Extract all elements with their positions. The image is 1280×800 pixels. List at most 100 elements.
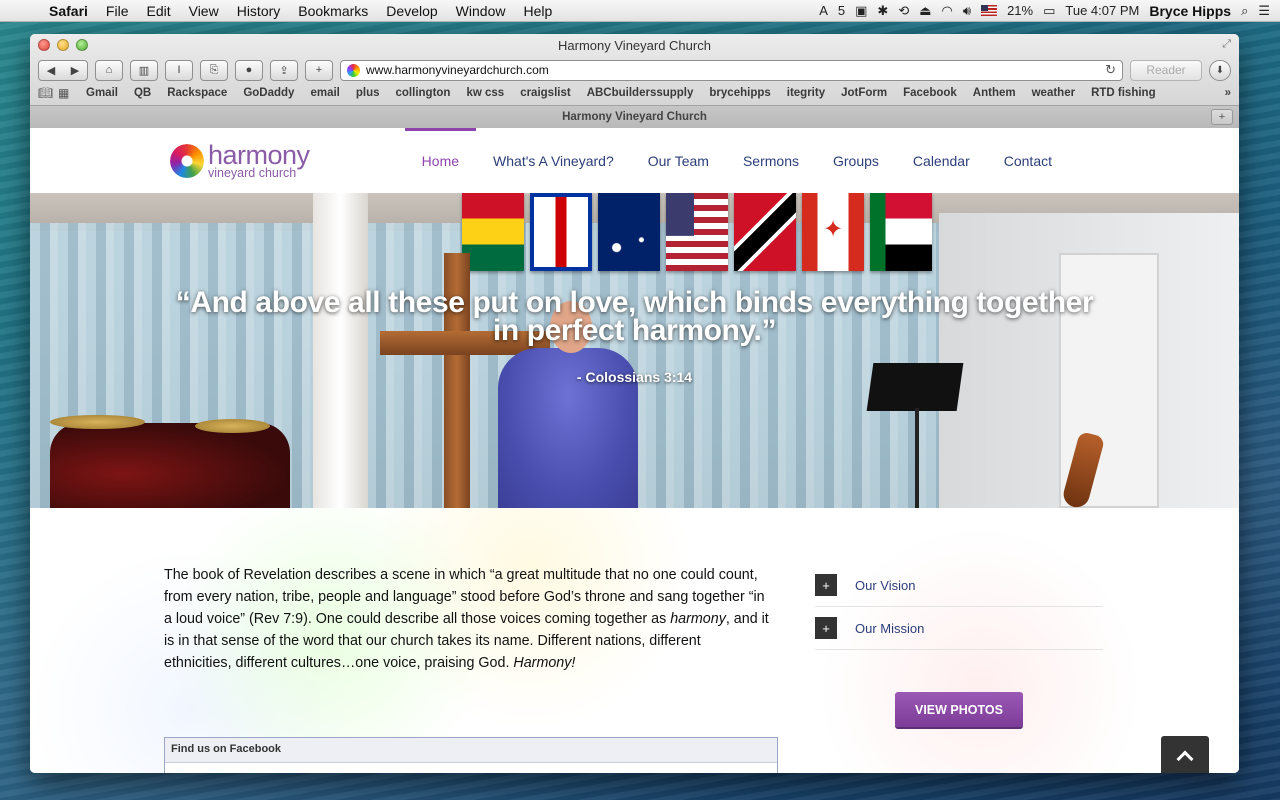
intro-paragraph: The book of Revelation describes a scene…	[164, 567, 769, 671]
flag-netherlands-antilles	[530, 193, 592, 271]
bookmark-anthem[interactable]: Anthem	[965, 87, 1024, 99]
reader-button[interactable]: Reader	[1130, 59, 1202, 81]
bookmark-craigslist[interactable]: craigslist	[512, 87, 579, 99]
bluetooth-icon[interactable]: ✱	[877, 3, 888, 19]
scroll-to-top-button[interactable]	[1161, 736, 1209, 773]
menu-edit[interactable]: Edit	[137, 3, 179, 19]
bookmark-rtd-fishing[interactable]: RTD fishing	[1083, 87, 1164, 99]
bookmark-rackspace[interactable]: Rackspace	[159, 87, 235, 99]
nav-calendar[interactable]: Calendar	[896, 128, 987, 193]
hero-banner: “And above all these put on love, which …	[30, 193, 1239, 508]
battery-percent[interactable]: 21%	[1007, 3, 1033, 18]
harmony-flower-icon	[170, 143, 204, 178]
nav-sermons[interactable]: Sermons	[726, 128, 816, 193]
volume-icon[interactable]: 🔊︎	[963, 3, 971, 19]
menu-app-safari[interactable]: Safari	[40, 3, 97, 19]
menu-window[interactable]: Window	[447, 3, 515, 19]
bookmark-facebook[interactable]: Facebook	[895, 87, 965, 99]
time-machine-icon[interactable]: ⟲	[898, 3, 909, 19]
wifi-icon[interactable]: ◠	[942, 3, 953, 19]
bookmark-weather[interactable]: weather	[1024, 87, 1083, 99]
plus-icon: +	[315, 64, 323, 76]
home-icon: ⌂	[105, 64, 113, 76]
accordion: + Our Vision + Our Mission	[815, 564, 1103, 650]
bookmark-qb[interactable]: QB	[126, 87, 159, 99]
clock[interactable]: Tue 4:07 PM	[1065, 3, 1139, 18]
back-icon[interactable]: ◀	[47, 64, 55, 77]
logo-name: harmony	[208, 140, 310, 170]
menu-file[interactable]: File	[97, 3, 138, 19]
plus-icon[interactable]: +	[815, 574, 837, 596]
bookmark-email[interactable]: email	[302, 87, 347, 99]
sidebar-bookmarks-button[interactable]: ▥	[130, 59, 158, 81]
flag-ghana	[462, 193, 524, 271]
notification-center-icon[interactable]: ☰	[1258, 3, 1270, 19]
hero-citation: - Colossians 3:14	[576, 369, 693, 385]
bookmark-itegrity[interactable]: itegrity	[779, 87, 833, 99]
bookmarks-bar: 📖︎ ▦ Gmail QB Rackspace GoDaddy email pl…	[38, 85, 1231, 101]
user-name[interactable]: Bryce Hipps	[1149, 3, 1231, 19]
flag-sudan	[870, 193, 932, 271]
nav-contact[interactable]: Contact	[987, 128, 1069, 193]
battery-icon[interactable]: ▭	[1043, 3, 1055, 19]
nav-our-team[interactable]: Our Team	[631, 128, 726, 193]
address-bar[interactable]: www.harmonyvineyardchurch.com ↻	[340, 59, 1123, 81]
site-favicon-icon	[347, 63, 360, 77]
accordion-our-vision[interactable]: + Our Vision	[815, 564, 1103, 607]
flags-row	[462, 193, 932, 271]
menu-bar: Safari File Edit View History Bookmarks …	[0, 0, 1280, 22]
url-text[interactable]: www.harmonyvineyardchurch.com	[366, 63, 549, 77]
site-logo[interactable]: harmony vineyard church	[170, 142, 310, 180]
extension-icon: ⎘	[209, 63, 219, 76]
downloads-button[interactable]: ⬇	[1209, 59, 1231, 81]
record-button[interactable]: ●	[235, 59, 263, 81]
plus-icon[interactable]: +	[815, 617, 837, 639]
tab-bar: Harmony Vineyard Church +	[30, 105, 1239, 128]
menu-history[interactable]: History	[228, 3, 290, 19]
menu-bookmarks[interactable]: Bookmarks	[289, 3, 377, 19]
dropbox-icon[interactable]: ▣	[855, 3, 867, 19]
bookmark-collington[interactable]: collington	[388, 87, 459, 99]
bookmark-brycehipps[interactable]: brycehipps	[701, 87, 778, 99]
accordion-label[interactable]: Our Vision	[855, 578, 915, 593]
nav-groups[interactable]: Groups	[816, 128, 896, 193]
top-sites-grid-icon[interactable]: ▦	[58, 86, 78, 100]
web-content: harmony vineyard church Home What's A Vi…	[30, 128, 1239, 773]
accordion-label[interactable]: Our Mission	[855, 621, 924, 636]
spotlight-search-icon[interactable]: ⌕	[1241, 3, 1248, 19]
bookmark-jotform[interactable]: JotForm	[833, 87, 895, 99]
facebook-widget: Find us on Facebook	[164, 737, 778, 773]
more-bookmarks-chevron-icon[interactable]: »	[1225, 87, 1231, 99]
bookmark-abcbuilderssupply[interactable]: ABCbuilderssupply	[579, 87, 702, 99]
reload-icon[interactable]: ↻	[1105, 62, 1116, 78]
bookmark-gmail[interactable]: Gmail	[78, 87, 126, 99]
top-sites-button[interactable]: ⌂	[95, 59, 123, 81]
nav-home[interactable]: Home	[404, 128, 477, 193]
bookmark-kw-css[interactable]: kw css	[458, 87, 512, 99]
eject-icon[interactable]: ⏏	[919, 3, 931, 19]
input-source-flag-icon[interactable]	[981, 5, 998, 16]
cymbal	[195, 419, 270, 433]
tab-active[interactable]: Harmony Vineyard Church	[30, 106, 1239, 128]
instapaper-button[interactable]: I	[165, 59, 193, 81]
nav-whats-a-vineyard[interactable]: What's A Vineyard?	[476, 128, 631, 193]
bookmark-plus[interactable]: plus	[348, 87, 388, 99]
menu-view[interactable]: View	[180, 3, 228, 19]
facebook-widget-title[interactable]: Find us on Facebook	[165, 738, 777, 763]
menu-help[interactable]: Help	[514, 3, 561, 19]
view-photos-button[interactable]: VIEW PHOTOS	[895, 692, 1023, 727]
reading-list-icon[interactable]: 📖︎	[38, 86, 58, 100]
share-button[interactable]: ⇪	[270, 59, 298, 81]
fullscreen-icon[interactable]: ⤢	[1222, 38, 1231, 51]
chevron-up-icon	[1176, 750, 1194, 768]
book-icon: ▥	[138, 64, 150, 77]
new-tab-button[interactable]: +	[1211, 109, 1233, 125]
forward-icon[interactable]: ▶	[71, 64, 79, 77]
extension-button[interactable]: ⎘	[200, 59, 228, 81]
menu-develop[interactable]: Develop	[377, 3, 446, 19]
accordion-our-mission[interactable]: + Our Mission	[815, 607, 1103, 650]
adobe-icon[interactable]: A	[819, 3, 828, 18]
main-nav: Home What's A Vineyard? Our Team Sermons…	[404, 128, 1069, 193]
bookmark-godaddy[interactable]: GoDaddy	[235, 87, 302, 99]
new-tab-plus-button[interactable]: +	[305, 59, 333, 81]
